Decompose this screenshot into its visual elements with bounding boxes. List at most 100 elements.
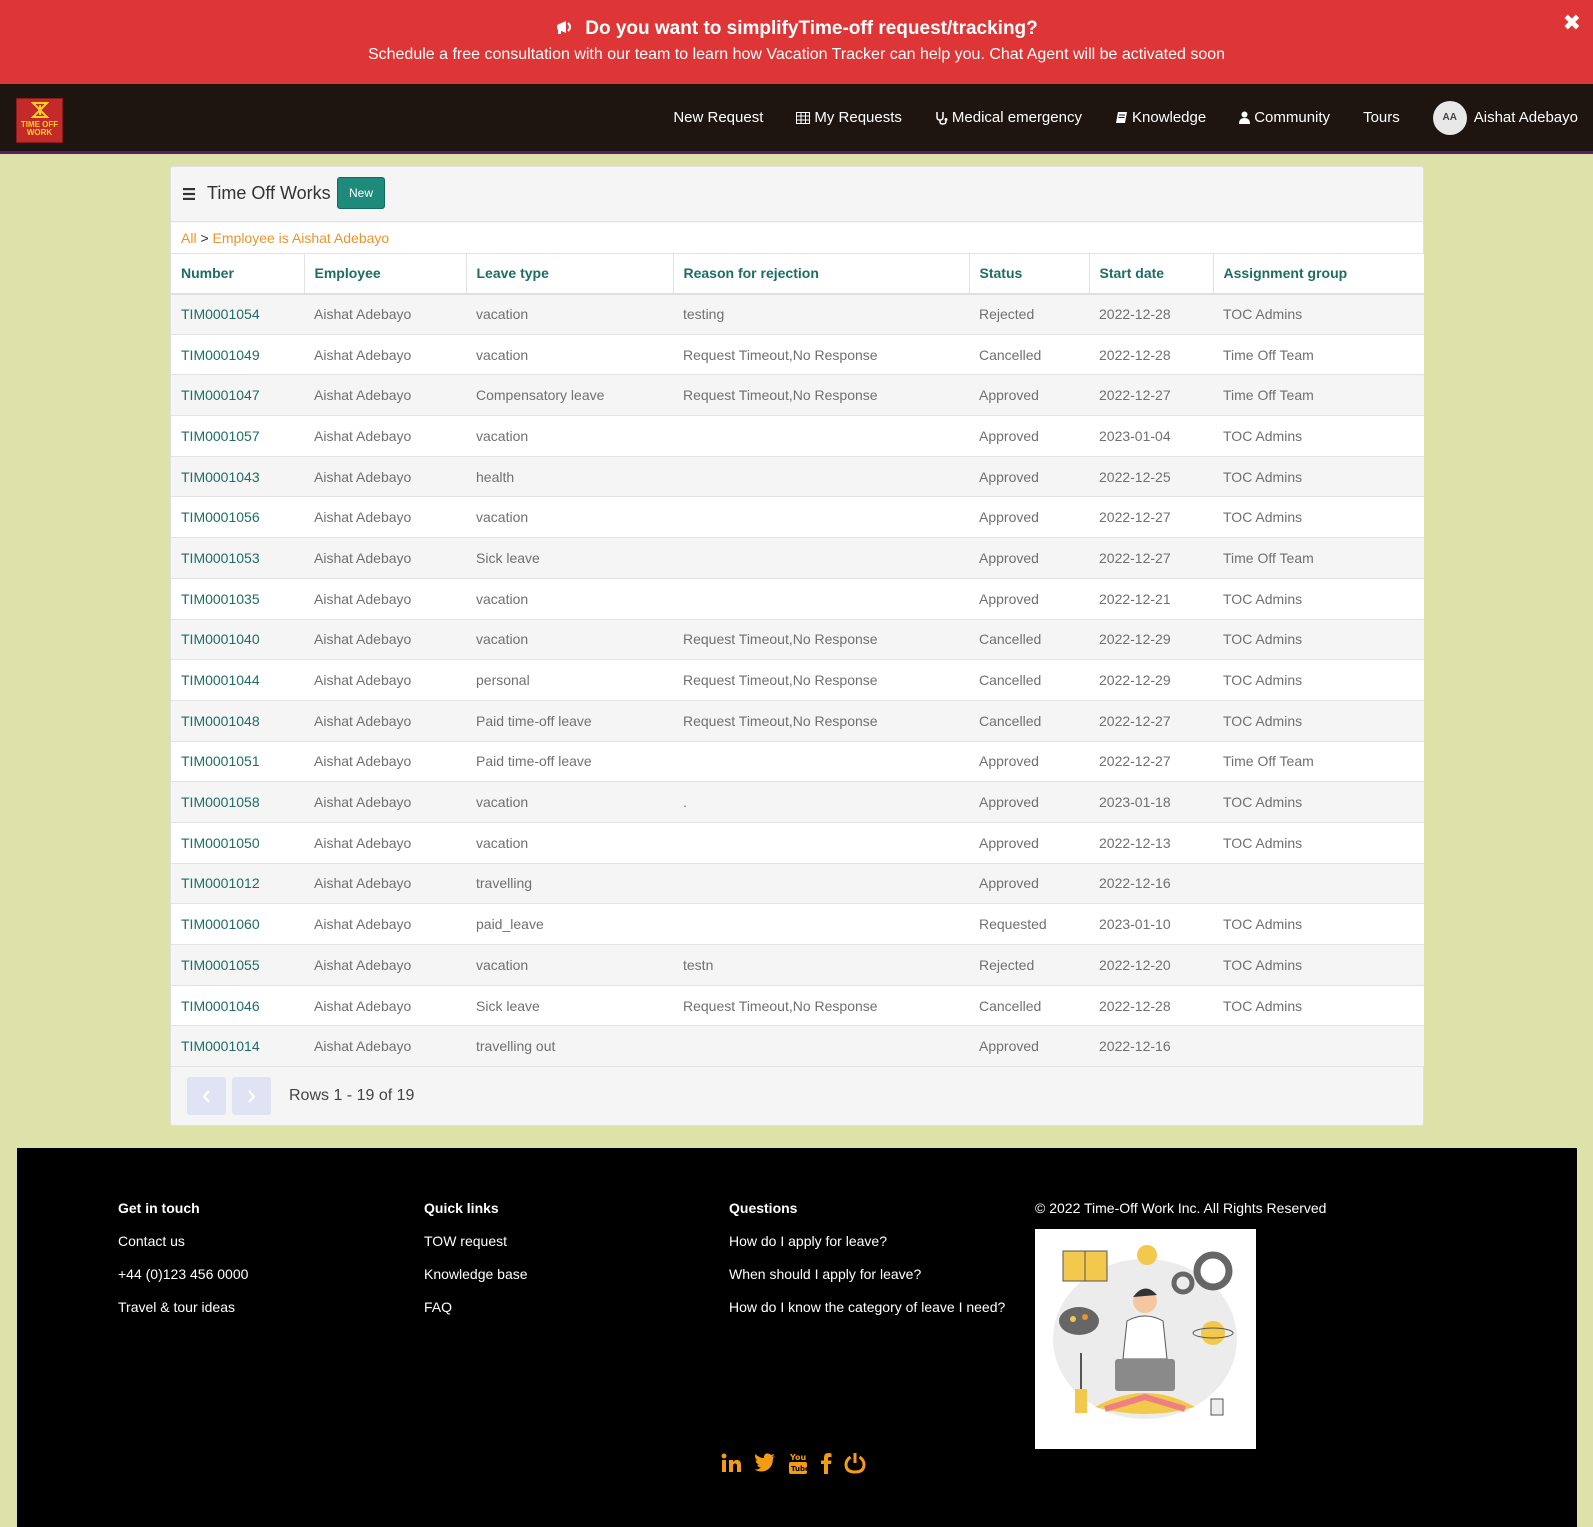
- cell-status: Approved: [969, 496, 1089, 539]
- cell-assignment-group: TOC Admins: [1213, 293, 1424, 335]
- youtube-icon[interactable]: You Tube: [788, 1451, 808, 1475]
- table-row[interactable]: TIM0001057 Aishat Adebayo vacation Approved…: [171, 415, 1424, 457]
- power-icon[interactable]: [844, 1452, 866, 1474]
- nav-my-requests[interactable]: My Requests: [796, 109, 902, 126]
- hamburger-menu-icon[interactable]: [183, 187, 195, 205]
- cell-start-date: 2023-01-04: [1089, 415, 1213, 457]
- new-record-button[interactable]: New: [337, 177, 385, 209]
- cell-number[interactable]: TIM0001050: [171, 822, 304, 864]
- cell-assignment-group: TOC Admins: [1213, 456, 1424, 498]
- cell-reason: [673, 903, 969, 945]
- table-row[interactable]: TIM0001054 Aishat Adebayo vacation testing R…: [171, 293, 1424, 335]
- column-header-leave-type[interactable]: Leave type: [466, 253, 674, 295]
- logo-mark-icon: [31, 102, 49, 118]
- cell-number[interactable]: TIM0001055: [171, 944, 304, 986]
- cell-reason: [673, 415, 969, 457]
- table-row[interactable]: TIM0001050 Aishat Adebayo vacation Approved…: [171, 822, 1424, 864]
- cell-number[interactable]: TIM0001046: [171, 985, 304, 1027]
- table-row[interactable]: TIM0001060 Aishat Adebayo paid_leave Reques…: [171, 903, 1424, 945]
- table-row[interactable]: TIM0001048 Aishat Adebayo Paid time-off le…: [171, 700, 1424, 742]
- column-header-start-date[interactable]: Start date: [1089, 253, 1214, 295]
- table-row[interactable]: TIM0001049 Aishat Adebayo vacation Request …: [171, 334, 1424, 376]
- footer-link-contact[interactable]: Contact us: [118, 1233, 248, 1251]
- facebook-icon[interactable]: [820, 1452, 832, 1474]
- cell-number[interactable]: TIM0001049: [171, 334, 304, 376]
- cell-status: Approved: [969, 578, 1089, 620]
- cell-employee: Aishat Adebayo: [304, 700, 466, 742]
- column-header-assignment-group[interactable]: Assignment group: [1213, 253, 1424, 295]
- cell-start-date: 2022-12-21: [1089, 578, 1213, 620]
- footer-link-question-3[interactable]: How do I know the category of leave I ne…: [729, 1299, 1005, 1317]
- prev-page-button[interactable]: [187, 1077, 226, 1115]
- column-header-status[interactable]: Status: [969, 253, 1090, 295]
- brand-logo[interactable]: TIME OFF WORK: [16, 98, 63, 143]
- footer-link-faq[interactable]: FAQ: [424, 1299, 528, 1317]
- cell-number[interactable]: TIM0001048: [171, 700, 304, 742]
- cell-number[interactable]: TIM0001043: [171, 456, 304, 498]
- twitter-icon[interactable]: [754, 1453, 776, 1473]
- cell-number[interactable]: TIM0001056: [171, 496, 304, 539]
- cell-number[interactable]: TIM0001035: [171, 578, 304, 620]
- cell-number[interactable]: TIM0001012: [171, 863, 304, 905]
- cell-number[interactable]: TIM0001051: [171, 741, 304, 783]
- table-row[interactable]: TIM0001055 Aishat Adebayo vacation testn Rej…: [171, 944, 1424, 986]
- user-menu[interactable]: AA Aishat Adebayo: [1432, 100, 1578, 135]
- cell-number[interactable]: TIM0001047: [171, 374, 304, 417]
- cell-start-date: 2022-12-20: [1089, 944, 1213, 986]
- cell-start-date: 2022-12-16: [1089, 1025, 1213, 1068]
- cell-number[interactable]: TIM0001060: [171, 903, 304, 945]
- table-row[interactable]: TIM0001047 Aishat Adebayo Compensatory lea…: [171, 374, 1424, 417]
- cell-number[interactable]: TIM0001014: [171, 1025, 304, 1068]
- table-row[interactable]: TIM0001040 Aishat Adebayo vacation Request …: [171, 619, 1424, 661]
- cell-status: Cancelled: [969, 619, 1089, 661]
- cell-leave-type: travelling out: [466, 1025, 673, 1068]
- cell-number[interactable]: TIM0001040: [171, 619, 304, 661]
- footer-link-knowledge-base[interactable]: Knowledge base: [424, 1266, 528, 1284]
- table-row[interactable]: TIM0001053 Aishat Adebayo Sick leave Approv…: [171, 537, 1424, 579]
- nav-knowledge[interactable]: Knowledge: [1115, 109, 1206, 126]
- column-header-employee[interactable]: Employee: [304, 253, 467, 295]
- cell-employee: Aishat Adebayo: [304, 781, 466, 823]
- cell-number[interactable]: TIM0001053: [171, 537, 304, 579]
- footer-link-question-2[interactable]: When should I apply for leave?: [729, 1266, 1005, 1284]
- cell-reason: Request Timeout,No Response: [673, 619, 969, 661]
- table-row[interactable]: TIM0001014 Aishat Adebayo travelling out Ap…: [171, 1025, 1424, 1068]
- banner-subtitle: Schedule a free consultation with our te…: [367, 46, 1226, 63]
- table-row[interactable]: TIM0001058 Aishat Adebayo vacation. Approve…: [171, 781, 1424, 823]
- table-row[interactable]: TIM0001046 Aishat Adebayo Sick leave Reques…: [171, 985, 1424, 1027]
- cell-reason: Request Timeout,No Response: [673, 334, 969, 376]
- footer-link-tow-request[interactable]: TOW request: [424, 1233, 528, 1251]
- cell-number[interactable]: TIM0001058: [171, 781, 304, 823]
- nav-community[interactable]: Community: [1239, 109, 1330, 126]
- cell-leave-type: Paid time-off leave: [466, 700, 673, 742]
- cell-assignment-group: TOC Admins: [1213, 496, 1424, 539]
- cell-employee: Aishat Adebayo: [304, 537, 466, 579]
- footer-link-travel[interactable]: Travel & tour ideas: [118, 1299, 248, 1317]
- cell-assignment-group: TOC Admins: [1213, 659, 1424, 701]
- cell-number[interactable]: TIM0001054: [171, 293, 304, 335]
- cell-reason: [673, 537, 969, 579]
- footer-link-phone[interactable]: +44 (0)123 456 0000: [118, 1266, 248, 1284]
- linkedin-icon[interactable]: [720, 1452, 742, 1474]
- breadcrumb-all[interactable]: All: [181, 230, 197, 246]
- close-icon[interactable]: ✖: [1563, 10, 1581, 36]
- footer-link-question-1[interactable]: How do I apply for leave?: [729, 1233, 1005, 1251]
- cell-number[interactable]: TIM0001044: [171, 659, 304, 701]
- nav-medical-emergency[interactable]: Medical emergency: [935, 109, 1082, 126]
- banner-title: Do you want to simplifyTime-off request/…: [585, 18, 1038, 39]
- column-header-number[interactable]: Number: [171, 253, 305, 295]
- table-row[interactable]: TIM0001051 Aishat Adebayo Paid time-off le…: [171, 741, 1424, 783]
- table-row[interactable]: TIM0001043 Aishat Adebayo health Approved 20…: [171, 456, 1424, 498]
- cell-number[interactable]: TIM0001057: [171, 415, 304, 457]
- cell-leave-type: travelling: [466, 863, 673, 905]
- table-row[interactable]: TIM0001044 Aishat Adebayo personal Request …: [171, 659, 1424, 701]
- nav-tours[interactable]: Tours: [1363, 109, 1400, 126]
- next-page-button[interactable]: [232, 1077, 271, 1115]
- breadcrumb-filter[interactable]: Employee is Aishat Adebayo: [213, 230, 390, 246]
- table-row[interactable]: TIM0001012 Aishat Adebayo travelling Approv…: [171, 863, 1424, 905]
- table-row[interactable]: TIM0001035 Aishat Adebayo vacation Approved…: [171, 578, 1424, 620]
- nav-new-request[interactable]: New Request: [673, 109, 763, 126]
- table-row[interactable]: TIM0001056 Aishat Adebayo vacation Approved…: [171, 496, 1424, 539]
- column-header-reason[interactable]: Reason for rejection: [673, 253, 970, 295]
- nav-tours-label: Tours: [1363, 109, 1400, 126]
